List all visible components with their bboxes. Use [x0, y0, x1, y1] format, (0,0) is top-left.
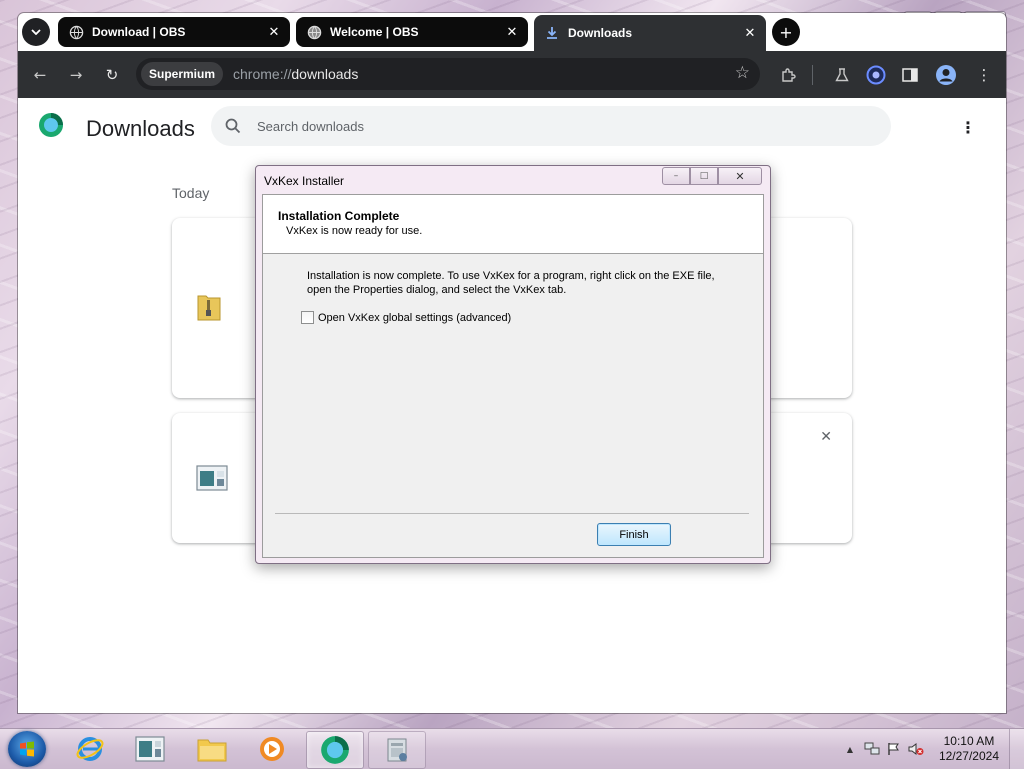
- reload-button[interactable]: ↻: [100, 63, 124, 87]
- tab-strip: Download | OBS ✕ Welcome | OBS ✕ Downloa…: [18, 13, 1006, 51]
- search-icon: [225, 118, 241, 134]
- installer-app-icon: [196, 465, 228, 491]
- tab-download-obs[interactable]: Download | OBS ✕: [58, 17, 290, 47]
- internet-explorer-icon: [76, 737, 104, 761]
- dialog-header: Installation Complete VxKex is now ready…: [263, 195, 763, 254]
- zip-folder-icon: [197, 295, 221, 321]
- globe-icon: [68, 24, 84, 40]
- system-tray: ▲ 10:10 AM 12/27/2024: [841, 729, 1024, 769]
- extensions-button[interactable]: [776, 63, 800, 87]
- global-settings-checkbox[interactable]: Open VxKex global settings (advanced): [301, 311, 511, 324]
- browser-toolbar: ← → ↻ Supermium chrome://downloads ☆ ⋮: [18, 51, 1006, 98]
- profile-extension-button[interactable]: [864, 63, 888, 87]
- installer-dialog: VxKex Installer – □ ✕ Installation Compl…: [255, 165, 771, 564]
- dialog-message-line: open the Properties dialog, and select t…: [307, 284, 567, 296]
- clock-date: 12/27/2024: [938, 749, 999, 763]
- tab-label: Downloads: [568, 26, 633, 40]
- taskbar-vxkex-installer[interactable]: [368, 731, 426, 769]
- finish-button[interactable]: Finish: [597, 523, 671, 546]
- taskbar-media-player[interactable]: [244, 731, 300, 767]
- windows-logo-icon: [20, 741, 34, 757]
- tab-close-icon[interactable]: ✕: [740, 26, 760, 41]
- page-menu-button[interactable]: ⋮: [960, 118, 976, 137]
- show-hidden-icons-button[interactable]: ▲: [841, 740, 859, 758]
- side-panel-icon: [902, 68, 918, 82]
- side-panel-button[interactable]: [898, 63, 922, 87]
- dialog-minimize-button[interactable]: –: [662, 167, 690, 185]
- url-path: downloads: [291, 66, 359, 82]
- arrow-right-icon: →: [69, 66, 83, 84]
- volume-muted-icon[interactable]: [907, 740, 925, 758]
- date-section-label: Today: [172, 185, 210, 201]
- flask-icon: [835, 68, 849, 82]
- action-center-flag-icon[interactable]: [885, 740, 903, 758]
- puzzle-icon: [782, 68, 796, 82]
- checkbox-label: Open VxKex global settings (advanced): [318, 311, 512, 324]
- extension-badge-icon: [866, 65, 886, 85]
- download-icon: [544, 25, 560, 41]
- browser-menu-button[interactable]: ⋮: [972, 63, 996, 87]
- dialog-header-subtitle: VxKex is now ready for use.: [286, 225, 423, 237]
- checkbox-box[interactable]: [301, 311, 314, 324]
- forward-button[interactable]: →: [64, 63, 88, 87]
- tab-label: Welcome | OBS: [330, 25, 419, 39]
- dialog-body: Installation Complete VxKex is now ready…: [262, 194, 764, 558]
- dialog-close-button[interactable]: ✕: [718, 167, 762, 185]
- bookmark-star-icon[interactable]: ☆: [735, 63, 750, 83]
- media-player-icon: [260, 737, 284, 761]
- arrow-left-icon: ←: [33, 66, 47, 84]
- taskbar-internet-explorer[interactable]: [62, 731, 118, 767]
- tab-downloads[interactable]: Downloads ✕: [534, 15, 766, 51]
- taskbar-supermium[interactable]: [306, 731, 364, 769]
- vxkex-installer-icon: [387, 738, 407, 762]
- account-button[interactable]: [934, 63, 958, 87]
- taskbar: ▲ 10:10 AM 12/27/2024: [0, 728, 1024, 769]
- search-input[interactable]: [255, 117, 819, 135]
- globe-icon: [306, 24, 322, 40]
- remove-download-icon[interactable]: ✕: [820, 429, 832, 445]
- network-icon[interactable]: [863, 740, 881, 758]
- clock-time: 10:10 AM: [943, 734, 995, 748]
- back-button[interactable]: ←: [28, 63, 52, 87]
- new-tab-button[interactable]: +: [772, 18, 800, 46]
- show-desktop-button[interactable]: [1009, 729, 1024, 769]
- start-button[interactable]: [8, 731, 46, 767]
- account-icon: [936, 65, 956, 85]
- dialog-divider: [275, 513, 749, 514]
- control-panel-icon: [135, 736, 165, 762]
- chevron-down-icon: [31, 29, 41, 35]
- reload-icon: ↻: [105, 66, 119, 84]
- address-bar[interactable]: Supermium chrome://downloads ☆: [136, 58, 760, 90]
- kebab-menu-icon: ⋮: [976, 66, 992, 84]
- site-info-chip[interactable]: Supermium: [141, 62, 224, 86]
- toolbar-separator: [812, 65, 813, 85]
- file-explorer-icon: [197, 739, 227, 762]
- dialog-title: VxKex Installer: [264, 174, 345, 188]
- taskbar-file-explorer[interactable]: [184, 731, 240, 767]
- dialog-window-controls: – □ ✕: [662, 167, 762, 185]
- dialog-header-title: Installation Complete: [278, 209, 400, 223]
- tab-search-button[interactable]: [22, 18, 50, 46]
- supermium-logo-icon: [39, 113, 63, 137]
- dialog-message: Installation is now complete. To use VxK…: [307, 269, 727, 297]
- tab-close-icon[interactable]: ✕: [502, 25, 522, 40]
- page-title: Downloads: [86, 116, 195, 141]
- search-bar[interactable]: [211, 106, 891, 146]
- dialog-maximize-button: □: [690, 167, 718, 185]
- dialog-message-line: Installation is now complete. To use VxK…: [307, 270, 715, 282]
- tab-label: Download | OBS: [92, 25, 186, 39]
- tab-welcome-obs[interactable]: Welcome | OBS ✕: [296, 17, 528, 47]
- plus-icon: +: [779, 22, 793, 42]
- url-scheme: chrome://: [233, 66, 292, 82]
- supermium-browser-icon: [321, 736, 349, 764]
- labs-button[interactable]: [830, 63, 854, 87]
- url-text: chrome://downloads: [233, 66, 358, 82]
- system-clock[interactable]: 10:10 AM 12/27/2024: [939, 734, 999, 764]
- taskbar-control-panel[interactable]: [122, 731, 178, 767]
- tab-close-icon[interactable]: ✕: [264, 25, 284, 40]
